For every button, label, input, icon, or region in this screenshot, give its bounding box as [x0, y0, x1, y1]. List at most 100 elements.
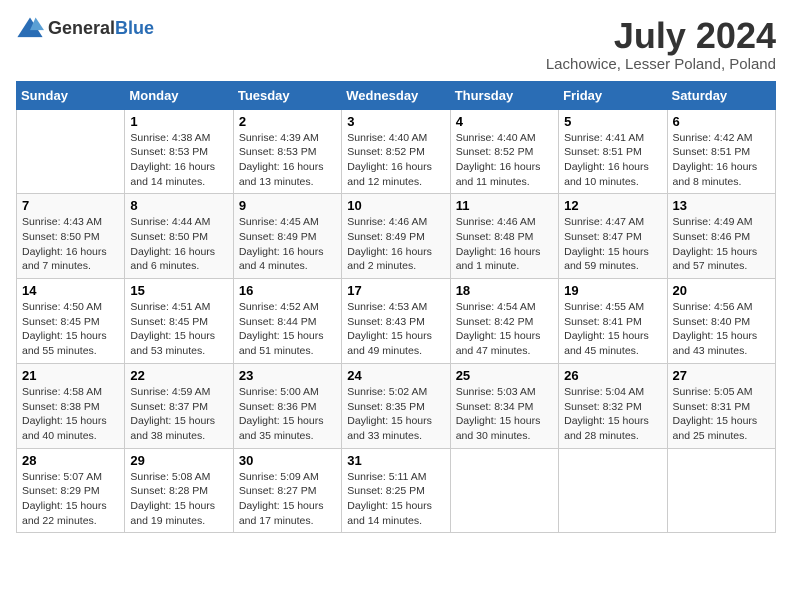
day-info: Sunrise: 5:02 AM Sunset: 8:35 PM Dayligh… — [347, 385, 444, 444]
day-number: 20 — [673, 283, 770, 298]
column-header-thursday: Thursday — [450, 81, 558, 109]
calendar-cell: 8 Sunrise: 4:44 AM Sunset: 8:50 PM Daylig… — [125, 194, 233, 279]
calendar-cell — [450, 448, 558, 533]
day-number: 30 — [239, 453, 336, 468]
calendar-cell: 12 Sunrise: 4:47 AM Sunset: 8:47 PM Dayli… — [559, 194, 667, 279]
day-info: Sunrise: 4:47 AM Sunset: 8:47 PM Dayligh… — [564, 215, 661, 274]
calendar-cell: 19 Sunrise: 4:55 AM Sunset: 8:41 PM Dayli… — [559, 279, 667, 364]
day-number: 4 — [456, 114, 553, 129]
day-info: Sunrise: 4:51 AM Sunset: 8:45 PM Dayligh… — [130, 300, 227, 359]
day-number: 18 — [456, 283, 553, 298]
calendar-cell: 4Sunrise: 4:40 AM Sunset: 8:52 PM Daylig… — [450, 109, 558, 194]
logo-icon — [16, 16, 44, 40]
day-info: Sunrise: 4:55 AM Sunset: 8:41 PM Dayligh… — [564, 300, 661, 359]
day-info: Sunrise: 5:09 AM Sunset: 8:27 PM Dayligh… — [239, 470, 336, 529]
day-number: 28 — [22, 453, 119, 468]
calendar-cell: 31 Sunrise: 5:11 AM Sunset: 8:25 PM Dayli… — [342, 448, 450, 533]
day-number: 12 — [564, 198, 661, 213]
day-number: 14 — [22, 283, 119, 298]
day-number: 24 — [347, 368, 444, 383]
day-info: Sunrise: 4:59 AM Sunset: 8:37 PM Dayligh… — [130, 385, 227, 444]
day-info: Sunrise: 4:42 AM Sunset: 8:51 PM Dayligh… — [673, 131, 770, 190]
day-info: Sunrise: 4:52 AM Sunset: 8:44 PM Dayligh… — [239, 300, 336, 359]
day-number: 21 — [22, 368, 119, 383]
calendar-week-row: 14 Sunrise: 4:50 AM Sunset: 8:45 PM Dayli… — [17, 279, 776, 364]
day-info: Sunrise: 4:46 AM Sunset: 8:49 PM Dayligh… — [347, 215, 444, 274]
column-header-sunday: Sunday — [17, 81, 125, 109]
calendar-cell: 28 Sunrise: 5:07 AM Sunset: 8:29 PM Dayli… — [17, 448, 125, 533]
day-info: Sunrise: 5:03 AM Sunset: 8:34 PM Dayligh… — [456, 385, 553, 444]
calendar-header-row: SundayMondayTuesdayWednesdayThursdayFrid… — [17, 81, 776, 109]
calendar-cell — [559, 448, 667, 533]
calendar-cell: 3 Sunrise: 4:40 AM Sunset: 8:52 PM Daylig… — [342, 109, 450, 194]
calendar-cell: 18Sunrise: 4:54 AM Sunset: 8:42 PM Dayli… — [450, 279, 558, 364]
calendar-cell: 7 Sunrise: 4:43 AM Sunset: 8:50 PM Daylig… — [17, 194, 125, 279]
calendar-cell: 15 Sunrise: 4:51 AM Sunset: 8:45 PM Dayli… — [125, 279, 233, 364]
day-info: Sunrise: 4:39 AM Sunset: 8:53 PM Dayligh… — [239, 131, 336, 190]
day-info: Sunrise: 5:07 AM Sunset: 8:29 PM Dayligh… — [22, 470, 119, 529]
calendar-cell: 21 Sunrise: 4:58 AM Sunset: 8:38 PM Dayli… — [17, 363, 125, 448]
day-info: Sunrise: 4:44 AM Sunset: 8:50 PM Dayligh… — [130, 215, 227, 274]
day-number: 1 — [130, 114, 227, 129]
day-info: Sunrise: 4:58 AM Sunset: 8:38 PM Dayligh… — [22, 385, 119, 444]
calendar-cell — [17, 109, 125, 194]
day-number: 26 — [564, 368, 661, 383]
day-number: 16 — [239, 283, 336, 298]
day-number: 17 — [347, 283, 444, 298]
calendar-cell: 2 Sunrise: 4:39 AM Sunset: 8:53 PM Daylig… — [233, 109, 341, 194]
day-number: 31 — [347, 453, 444, 468]
day-number: 5 — [564, 114, 661, 129]
day-number: 25 — [456, 368, 553, 383]
calendar-week-row: 28 Sunrise: 5:07 AM Sunset: 8:29 PM Dayli… — [17, 448, 776, 533]
day-info: Sunrise: 4:46 AM Sunset: 8:48 PM Dayligh… — [456, 215, 553, 274]
logo: GeneralBlue — [16, 16, 154, 40]
calendar-cell: 5Sunrise: 4:41 AM Sunset: 8:51 PM Daylig… — [559, 109, 667, 194]
day-number: 2 — [239, 114, 336, 129]
calendar-week-row: 1 Sunrise: 4:38 AM Sunset: 8:53 PM Daylig… — [17, 109, 776, 194]
column-header-wednesday: Wednesday — [342, 81, 450, 109]
column-header-friday: Friday — [559, 81, 667, 109]
calendar-cell: 11 Sunrise: 4:46 AM Sunset: 8:48 PM Dayli… — [450, 194, 558, 279]
day-number: 15 — [130, 283, 227, 298]
day-number: 27 — [673, 368, 770, 383]
calendar-cell: 22 Sunrise: 4:59 AM Sunset: 8:37 PM Dayli… — [125, 363, 233, 448]
day-info: Sunrise: 4:38 AM Sunset: 8:53 PM Dayligh… — [130, 131, 227, 190]
calendar-title: July 2024 — [546, 16, 776, 56]
day-number: 22 — [130, 368, 227, 383]
day-number: 3 — [347, 114, 444, 129]
calendar-table: SundayMondayTuesdayWednesdayThursdayFrid… — [16, 81, 776, 534]
day-number: 11 — [456, 198, 553, 213]
day-info: Sunrise: 5:05 AM Sunset: 8:31 PM Dayligh… — [673, 385, 770, 444]
day-info: Sunrise: 4:56 AM Sunset: 8:40 PM Dayligh… — [673, 300, 770, 359]
day-number: 8 — [130, 198, 227, 213]
calendar-cell: 1 Sunrise: 4:38 AM Sunset: 8:53 PM Daylig… — [125, 109, 233, 194]
calendar-week-row: 7 Sunrise: 4:43 AM Sunset: 8:50 PM Daylig… — [17, 194, 776, 279]
logo-general-text: General — [48, 18, 115, 38]
day-number: 23 — [239, 368, 336, 383]
calendar-week-row: 21 Sunrise: 4:58 AM Sunset: 8:38 PM Dayli… — [17, 363, 776, 448]
calendar-cell: 16 Sunrise: 4:52 AM Sunset: 8:44 PM Dayli… — [233, 279, 341, 364]
calendar-cell — [667, 448, 775, 533]
calendar-cell: 23Sunrise: 5:00 AM Sunset: 8:36 PM Dayli… — [233, 363, 341, 448]
day-info: Sunrise: 4:45 AM Sunset: 8:49 PM Dayligh… — [239, 215, 336, 274]
day-info: Sunrise: 5:04 AM Sunset: 8:32 PM Dayligh… — [564, 385, 661, 444]
day-info: Sunrise: 4:50 AM Sunset: 8:45 PM Dayligh… — [22, 300, 119, 359]
calendar-cell: 10 Sunrise: 4:46 AM Sunset: 8:49 PM Dayli… — [342, 194, 450, 279]
day-number: 7 — [22, 198, 119, 213]
calendar-cell: 26 Sunrise: 5:04 AM Sunset: 8:32 PM Dayli… — [559, 363, 667, 448]
calendar-cell: 6Sunrise: 4:42 AM Sunset: 8:51 PM Daylig… — [667, 109, 775, 194]
day-info: Sunrise: 5:11 AM Sunset: 8:25 PM Dayligh… — [347, 470, 444, 529]
day-number: 19 — [564, 283, 661, 298]
day-info: Sunrise: 4:43 AM Sunset: 8:50 PM Dayligh… — [22, 215, 119, 274]
day-info: Sunrise: 4:49 AM Sunset: 8:46 PM Dayligh… — [673, 215, 770, 274]
calendar-cell: 9Sunrise: 4:45 AM Sunset: 8:49 PM Daylig… — [233, 194, 341, 279]
calendar-cell: 29Sunrise: 5:08 AM Sunset: 8:28 PM Dayli… — [125, 448, 233, 533]
day-info: Sunrise: 4:53 AM Sunset: 8:43 PM Dayligh… — [347, 300, 444, 359]
calendar-cell: 30 Sunrise: 5:09 AM Sunset: 8:27 PM Dayli… — [233, 448, 341, 533]
calendar-cell: 13Sunrise: 4:49 AM Sunset: 8:46 PM Dayli… — [667, 194, 775, 279]
calendar-cell: 25 Sunrise: 5:03 AM Sunset: 8:34 PM Dayli… — [450, 363, 558, 448]
column-header-monday: Monday — [125, 81, 233, 109]
title-block: July 2024 Lachowice, Lesser Poland, Pola… — [546, 16, 776, 73]
day-number: 10 — [347, 198, 444, 213]
day-info: Sunrise: 4:40 AM Sunset: 8:52 PM Dayligh… — [347, 131, 444, 190]
